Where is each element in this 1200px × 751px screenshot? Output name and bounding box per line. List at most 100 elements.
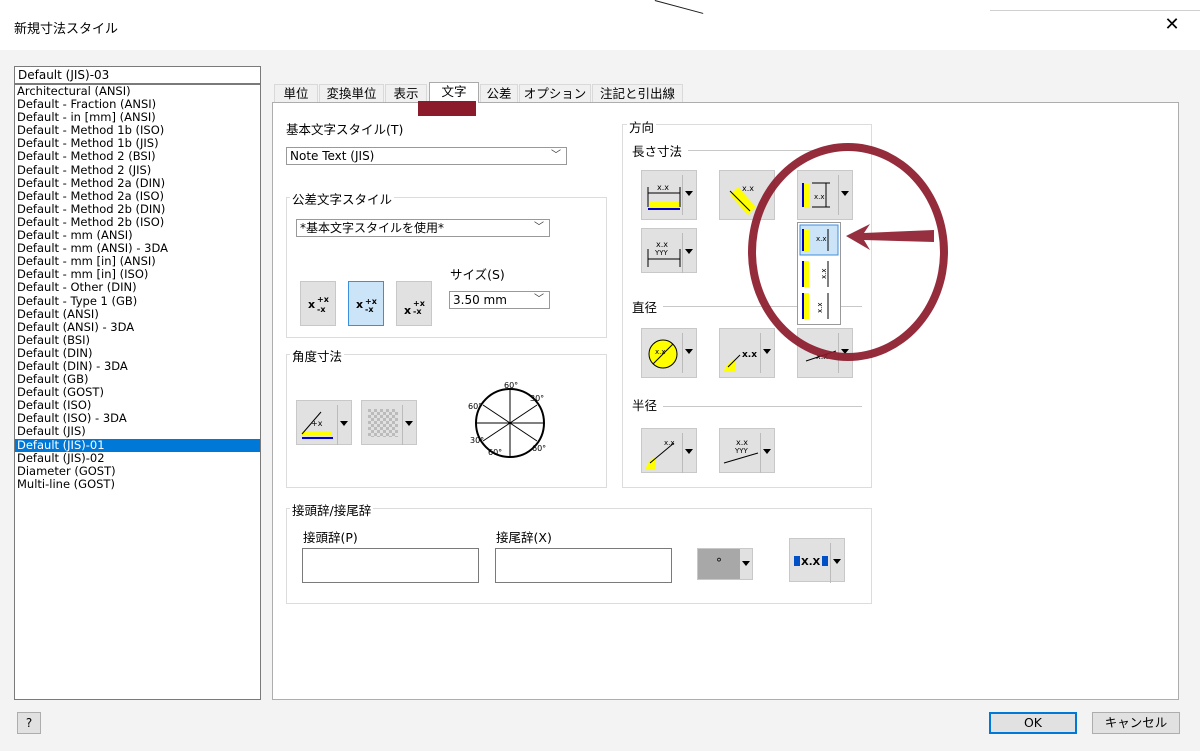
dropdown-separator [682,175,683,215]
diameter-aligned-button[interactable]: x.x [797,328,853,378]
stack-bottom-button[interactable]: x +x -x [396,281,432,326]
style-list-item[interactable]: Default (ANSI) - 3DA [15,320,260,334]
style-list-item[interactable]: Default - Method 2a (DIN) [15,176,260,190]
style-list-item[interactable]: Default (DIN) [15,346,260,360]
style-list-item[interactable]: Default (BSI) [15,333,260,347]
dropdown-arrow-icon [340,421,348,426]
dial-label: 60° [468,402,482,411]
tolerance-text-style-select[interactable]: *基本文字スタイルを使用* ﹀ [296,219,550,237]
style-list-item[interactable]: Default (JIS)-01 [15,438,260,452]
style-list-item[interactable]: Diameter (GOST) [15,464,260,478]
dropdown-arrow-icon [833,559,841,564]
background-drawing-line [990,10,1200,11]
linear-stacked-button[interactable]: x.x YYY [641,228,697,273]
dropdown-separator [838,333,839,373]
linear-aligned-button[interactable]: x.x [719,170,775,220]
svg-text:-x: -x [413,307,422,316]
svg-text:-x: -x [365,305,374,314]
tab-1[interactable]: 変換単位 [319,84,384,103]
text-frame-button[interactable]: X.X [789,538,845,583]
xx-text: X.X [801,557,821,568]
cancel-button[interactable]: キャンセル [1092,712,1180,734]
tab-3[interactable]: 文字 [429,82,479,103]
dropdown-separator [830,543,831,583]
vertical-options-icons: x.x x.x x.x [799,224,839,319]
xx-text: x.x [820,268,828,279]
angle-text-position-button[interactable]: +x [296,400,352,445]
dropdown-separator [682,433,683,473]
size-select[interactable]: 3.50 mm ﹀ [449,291,550,309]
stack-center-button[interactable]: x +x -x [348,281,384,326]
vertical-text-options-popup: x.x x.x x.x [797,222,841,325]
chevron-down-icon: ﹀ [551,150,561,161]
degree-symbol: ° [698,549,740,579]
tab-4[interactable]: 公差 [480,84,518,103]
style-list-item[interactable]: Default - Other (DIN) [15,281,260,294]
style-list[interactable]: Architectural (ANSI) Default - Fraction (… [14,84,261,700]
xx-text: x.x [816,235,827,243]
stack-offset-button[interactable]: x +x -x [300,281,336,326]
svg-text:-x: -x [317,305,326,314]
linear-vertical-button[interactable]: x.x [797,170,853,220]
ok-button[interactable]: OK [989,712,1077,734]
diameter-label: 直径 [632,300,658,315]
dropdown-arrow-icon [685,449,693,454]
angular-dimension-label: 角度寸法 [290,346,345,365]
yyy-text: YYY [734,447,749,455]
xx-text: x.x [742,350,757,360]
diameter-inside-button[interactable]: x.x [641,328,697,378]
dial-label: 60° [488,448,502,457]
style-name-input[interactable]: Default (JIS)-03 [14,66,261,84]
linear-horizontal-button[interactable]: x.x [641,170,697,220]
xx-text: x.x [816,302,824,313]
linear-stacked-icon: x.x YYY [647,240,681,267]
stack-center-icon: x +x-x [356,297,378,314]
angle-fill-button[interactable] [361,400,417,445]
symbol-insert-button[interactable]: ° [697,548,753,580]
help-icon: ? [25,716,33,730]
diameter-outside-icon: x.x [724,350,757,371]
style-list-item[interactable]: Default (JIS)-02 [15,451,260,465]
linear-aligned-icon: x.x [729,184,756,215]
radius-aligned-button[interactable]: x.x [641,428,697,473]
dropdown-arrow-icon [841,349,849,354]
style-list-item[interactable]: Default (JIS) [15,425,260,438]
dropdown-arrow-icon [841,191,849,196]
style-list-item[interactable]: Default - Type 1 (GB) [15,294,260,308]
dropdown-separator [760,333,761,373]
style-list-item[interactable]: Default (ANSI) [15,307,260,321]
dial-label: 30° [470,436,484,445]
stack-bottom-icon: x+x-x [404,299,426,317]
tab-0[interactable]: 単位 [274,84,318,103]
highlight-marker [418,101,476,116]
chevron-down-icon: ﹀ [534,222,544,233]
style-list-item[interactable]: Default - Method 2 (JIS) [15,163,260,177]
angle-dial-icon: 60° 30° 60° 30° 60° 60° [468,381,546,458]
diameter-outside-button[interactable]: x.x [719,328,775,378]
base-text-style-value: Note Text (JIS) [290,149,375,163]
dropdown-separator [337,405,338,445]
svg-text:+x: +x [311,419,323,428]
style-list-item[interactable]: Default - Method 2 (BSI) [15,150,260,163]
radius-stacked-button[interactable]: x.x YYY [719,428,775,473]
suffix-input[interactable] [495,548,672,583]
close-icon[interactable]: ✕ [1163,14,1181,36]
tab-5[interactable]: オプション [519,84,591,103]
diameter-inside-icon: x.x [648,339,678,369]
dropdown-separator [682,233,683,273]
linear-vertical-icon: x.x [802,182,830,208]
help-button[interactable]: ? [17,712,41,734]
tolerance-text-style-value: *基本文字スタイルを使用* [300,221,445,235]
svg-text:x: x [308,298,315,311]
prefix-input[interactable] [302,548,479,583]
radius-stacked-icon: x.x YYY [723,438,759,464]
style-list-item[interactable]: Default - Method 2b (DIN) [15,202,260,216]
base-text-style-select[interactable]: Note Text (JIS) ﹀ [286,147,567,165]
dropdown-separator [682,333,683,373]
style-list-item[interactable]: Default - Method 2a (ISO) [15,189,260,203]
dropdown-arrow-icon [763,449,771,454]
tab-6[interactable]: 注記と引出線 [592,84,683,103]
suffix-label: 接尾辞(X) [496,530,552,545]
window-title: 新規寸法スタイル [14,22,119,37]
style-list-item[interactable]: Multi-line (GOST) [15,477,260,491]
